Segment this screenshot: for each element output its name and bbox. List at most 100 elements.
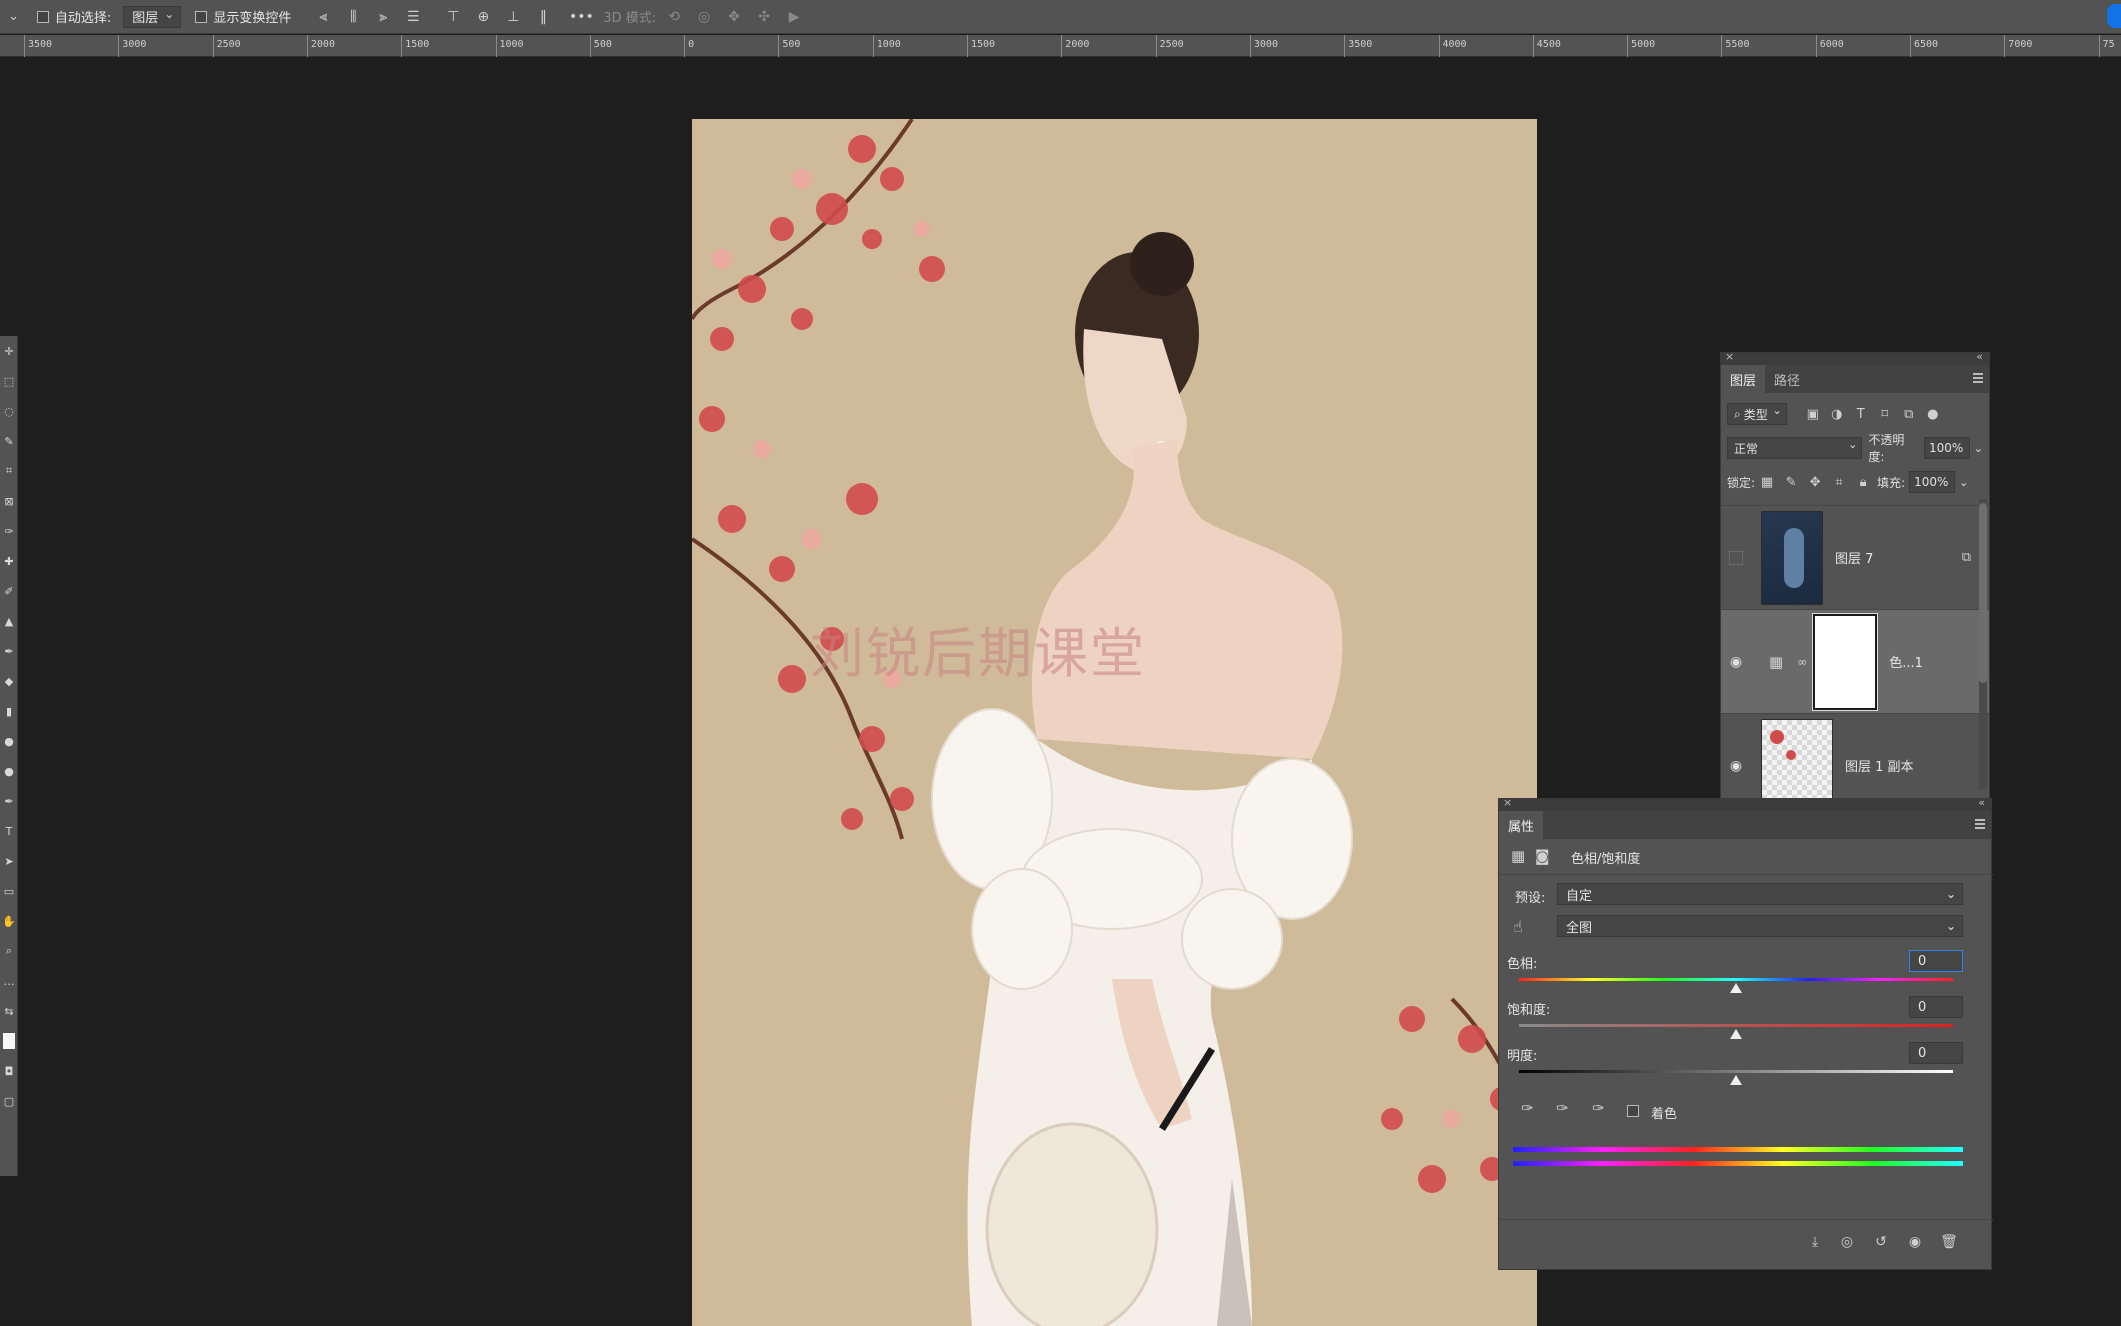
eyedropper-tool-icon[interactable]: ✑ [0,516,18,546]
targeted-adjustment-hand-icon[interactable]: ☝ [1513,917,1523,936]
pan-3d-icon[interactable]: ✥ [722,6,746,28]
more-tools-icon[interactable]: … [0,966,18,996]
roll-3d-icon[interactable]: ◎ [692,6,716,28]
lock-transparent-icon[interactable]: ▦ [1755,475,1779,490]
filter-type-icon[interactable]: T [1849,407,1873,422]
saturation-slider-track[interactable] [1519,1024,1953,1027]
channel-dropdown[interactable]: 全图 ⌄ [1557,915,1963,937]
align-left-icon[interactable]: ⫷ [311,6,335,28]
auto-select-dropdown[interactable]: 图层 [123,5,182,28]
swap-colors-icon[interactable]: ⇆ [0,996,18,1026]
adjustment-icon[interactable]: ▦ [1511,847,1525,865]
screen-mode-icon[interactable]: ▢ [0,1086,18,1116]
layers-scrollbar[interactable] [1979,499,1987,789]
pen-tool-icon[interactable]: ✒ [0,786,18,816]
align-right-icon[interactable]: ⫸ [371,6,395,28]
show-transform-checkbox[interactable]: 显示变换控件 [195,7,291,26]
layer-mask-thumbnail[interactable] [1812,612,1879,711]
eyedropper-add-icon[interactable]: ✑ [1556,1099,1569,1117]
history-brush-tool-icon[interactable]: ✒ [0,636,18,666]
eye-icon[interactable]: ◉ [1721,758,1751,774]
hue-slider-handle[interactable] [1730,983,1742,993]
collapse-panel-icon[interactable]: « [1976,353,1983,363]
lightness-slider-track[interactable] [1519,1070,1953,1073]
gradient-tool-icon[interactable]: ▮ [0,696,18,726]
auto-select-checkbox[interactable]: 自动选择: [36,7,111,26]
scrollbar-thumb[interactable] [1979,503,1987,683]
visibility-toggle[interactable] [1721,550,1751,565]
eraser-tool-icon[interactable]: ◆ [0,666,18,696]
blur-tool-icon[interactable]: ● [0,726,18,756]
crop-tool-icon[interactable]: ⌗ [0,456,18,486]
shape-tool-icon[interactable]: ▭ [0,876,18,906]
filter-shape-icon[interactable]: ⌑ [1873,407,1897,422]
lock-all-icon[interactable]: 🔒︎ [1851,475,1875,490]
layer-row[interactable]: ◉ 图层 1 副本 [1721,713,1989,801]
hue-input[interactable]: 0 [1909,950,1963,972]
filter-adjustment-icon[interactable]: ◑ [1825,407,1849,422]
view-previous-icon[interactable]: ◎ [1835,1231,1859,1253]
lock-pixels-icon[interactable]: ✎ [1779,475,1803,490]
filter-smart-object-icon[interactable]: ⧉ [1897,407,1921,422]
hue-slider-track[interactable] [1519,978,1953,981]
foreground-color-swatch[interactable] [0,1026,18,1056]
eyedropper-icon[interactable]: ✑ [1521,1099,1534,1117]
tab-layers[interactable]: 图层 [1721,365,1766,393]
tab-paths[interactable]: 路径 [1765,365,1809,393]
eyedropper-subtract-icon[interactable]: ✑ [1592,1099,1605,1117]
preset-dropdown[interactable]: 自定 ⌄ [1557,883,1963,905]
brush-tool-icon[interactable]: ✐ [0,576,18,606]
close-panel-icon[interactable]: × [1725,353,1734,363]
panel-menu-icon[interactable] [1973,373,1983,383]
saturation-slider-handle[interactable] [1730,1029,1742,1039]
frame-tool-icon[interactable]: ⊠ [0,486,18,516]
clip-to-layer-icon[interactable]: ⤓ [1803,1231,1827,1253]
type-tool-icon[interactable]: T [0,816,18,846]
opacity-chevron-icon[interactable]: ⌄ [1974,442,1983,455]
tool-preset-chevron-icon[interactable]: ⌄ [8,9,19,24]
align-top-icon[interactable]: ⊤ [441,6,465,28]
saturation-input[interactable]: 0 [1909,996,1963,1018]
distribute-vertical-icon[interactable]: ‖ [531,6,555,28]
stamp-tool-icon[interactable]: ▲ [0,606,18,636]
reset-icon[interactable]: ↺ [1869,1231,1893,1253]
colorize-checkbox[interactable] [1627,1105,1639,1117]
lightness-input[interactable]: 0 [1909,1042,1963,1064]
fill-chevron-icon[interactable]: ⌄ [1959,476,1968,489]
filter-pixel-icon[interactable]: ▣ [1801,407,1825,422]
zoom-tool-icon[interactable]: ⌕ [0,936,18,966]
lasso-tool-icon[interactable]: ◌ [0,396,18,426]
align-middle-icon[interactable]: ⊕ [471,6,495,28]
camera-3d-icon[interactable]: ▶ [782,6,806,28]
panel-menu-icon[interactable] [1975,819,1985,829]
tab-properties[interactable]: 属性 [1499,811,1544,839]
distribute-icon[interactable]: ☰ [401,6,425,28]
horizontal-ruler[interactable]: 3500 3000 2500 2000 1500 1000 500 0 500 1000 1500 2… [0,35,2121,57]
hand-tool-icon[interactable]: ✋ [0,906,18,936]
quick-select-tool-icon[interactable]: ✎ [0,426,18,456]
layer-row[interactable]: 图层 7 ⧉ [1721,505,1989,609]
opacity-input[interactable]: 100% [1924,437,1970,459]
fill-input[interactable]: 100% [1909,471,1956,493]
trash-icon[interactable]: 🗑︎ [1937,1231,1961,1253]
marquee-tool-icon[interactable]: ⬚ [0,366,18,396]
collapse-panel-icon[interactable]: « [1978,796,1985,809]
orbit-3d-icon[interactable]: ⟲ [662,6,686,28]
slide-3d-icon[interactable]: ✣ [752,6,776,28]
blend-mode-dropdown[interactable]: 正常 [1727,437,1863,459]
eye-icon[interactable]: ◉ [1721,654,1751,670]
lightness-slider-handle[interactable] [1730,1075,1742,1085]
move-tool-icon[interactable]: ✛ [0,336,18,366]
quick-mask-icon[interactable]: ◘ [0,1056,18,1086]
align-center-icon[interactable]: ⫼ [341,6,365,28]
dodge-tool-icon[interactable]: ● [0,756,18,786]
layer-filter-dropdown[interactable]: ⌕ 类型 [1727,403,1787,425]
document-canvas[interactable]: 刘锐后期课堂 [692,119,1537,1326]
healing-tool-icon[interactable]: ✚ [0,546,18,576]
mask-icon[interactable]: ◙ [1535,847,1550,865]
close-panel-icon[interactable]: × [1503,796,1512,809]
mask-link-icon[interactable]: ∞ [1797,655,1807,669]
path-select-tool-icon[interactable]: ➤ [0,846,18,876]
lock-artboard-icon[interactable]: ⌗ [1827,475,1851,490]
layer-row-selected[interactable]: ◉ ▦ ∞ 色...1 [1721,609,1989,713]
